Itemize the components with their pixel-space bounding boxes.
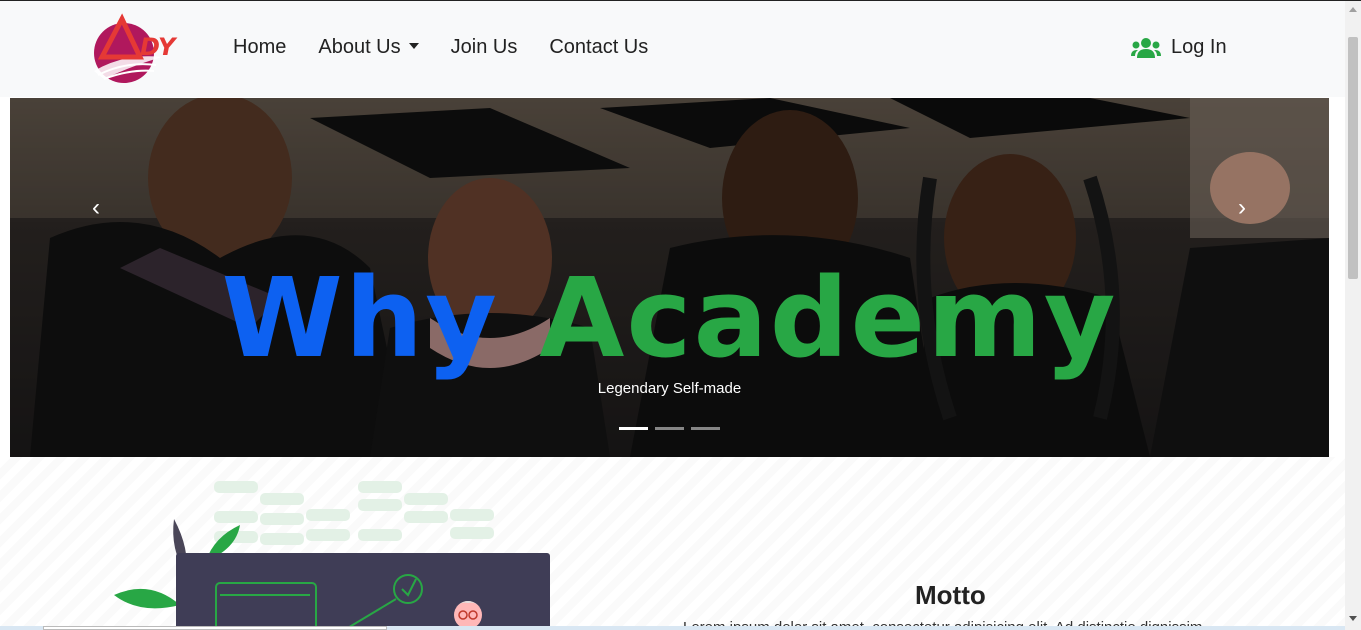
carousel-indicator-1[interactable] — [619, 427, 648, 430]
login-button[interactable]: Log In — [1131, 36, 1227, 59]
carousel-caption: Legendary Self-made — [597, 380, 742, 397]
bottom-strip-segment — [43, 626, 387, 630]
bottom-strip — [0, 626, 1345, 630]
page-scrollbar[interactable] — [1345, 1, 1361, 630]
login-label: Log In — [1171, 36, 1227, 58]
svg-text:DY: DY — [140, 33, 178, 61]
headline-word-academy: Academy — [539, 254, 1118, 382]
motto-title: Motto — [915, 580, 986, 610]
nav-contact[interactable]: Contact Us — [549, 36, 648, 59]
scroll-up-arrow-icon[interactable] — [1349, 7, 1357, 12]
chevron-left-icon: ‹ — [92, 194, 100, 221]
nav-home[interactable]: Home — [233, 36, 286, 59]
carousel-prev-button[interactable]: ‹ — [86, 196, 106, 220]
scroll-thumb[interactable] — [1348, 37, 1358, 279]
carousel-indicator-3[interactable] — [691, 427, 720, 430]
users-icon — [1131, 37, 1161, 58]
chevron-right-icon: › — [1238, 194, 1246, 221]
nav-about-dropdown[interactable]: About Us — [318, 36, 419, 59]
logo-icon: DY — [94, 13, 178, 83]
brand-logo[interactable]: DY — [84, 13, 196, 87]
carousel-indicators — [619, 427, 720, 430]
nav-join[interactable]: Join Us — [451, 36, 518, 59]
headline-word-why: Why — [221, 254, 499, 382]
motto-section: Motto Lorem ipsum dolor sit amet, consec… — [0, 457, 1345, 630]
caret-down-icon — [408, 43, 419, 49]
nav-about-label: About Us — [318, 36, 401, 58]
carousel-headline: Why Academy — [10, 258, 1329, 378]
teacher-illustration — [114, 481, 550, 630]
scroll-down-arrow-icon[interactable] — [1349, 616, 1357, 621]
carousel-indicator-2[interactable] — [655, 427, 684, 430]
nav-links: Home About Us Join Us Contact Us — [233, 36, 680, 59]
carousel-next-button[interactable]: › — [1232, 196, 1252, 220]
navbar: DY Home About Us Join Us Contact Us Log … — [0, 1, 1345, 97]
hero-carousel: Why Academy Legendary Self-made ‹ › — [10, 98, 1329, 457]
